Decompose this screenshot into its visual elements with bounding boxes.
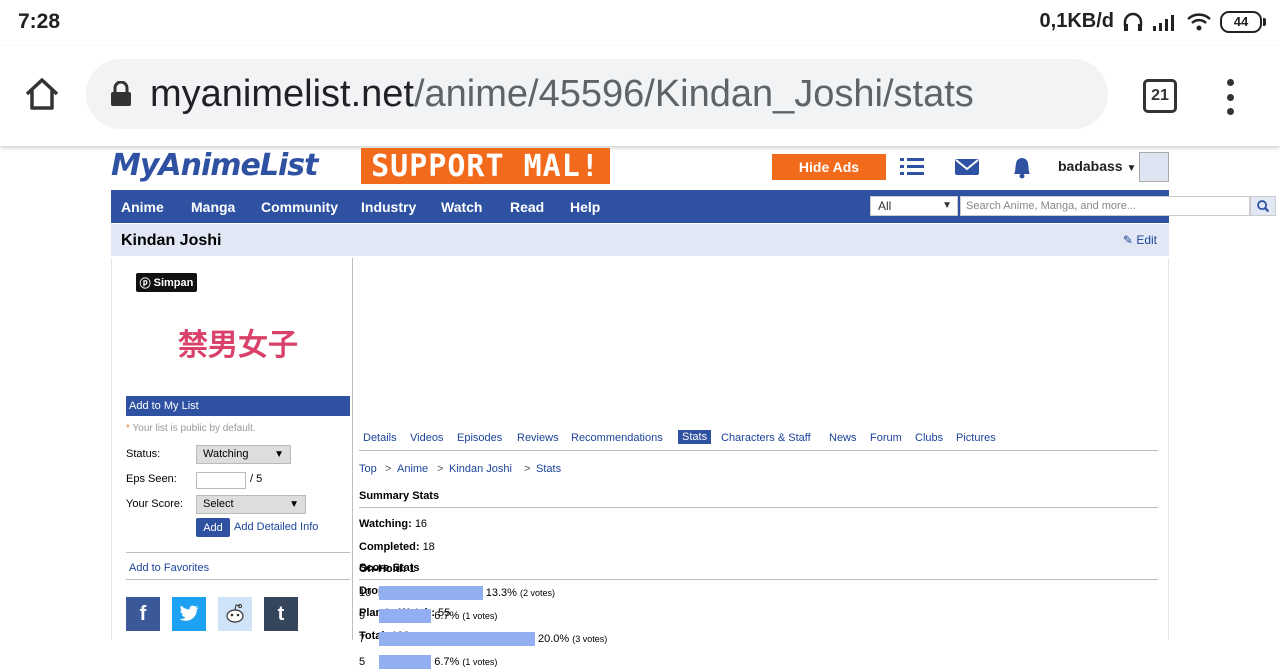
page-title: Kindan Joshi xyxy=(121,232,222,249)
hide-ads-button[interactable]: Hide Ads xyxy=(772,154,886,180)
url-path: /anime/45596/Kindan_Joshi/stats xyxy=(413,73,974,115)
search-type-select[interactable]: All ▼ xyxy=(870,196,958,216)
eps-total: / 5 xyxy=(250,473,263,485)
nav-anime[interactable]: Anime xyxy=(121,199,164,215)
chevron-down-icon: ▼ xyxy=(1126,163,1137,174)
status-bar: 7:28 0,1KB/d 44 xyxy=(0,0,1280,46)
search-input[interactable]: Search Anime, Manga, and more... xyxy=(960,196,1250,216)
score-bar xyxy=(379,655,432,669)
mail-icon[interactable] xyxy=(954,155,980,179)
eps-label: Eps Seen: xyxy=(126,473,177,485)
username: badabass xyxy=(1058,158,1123,174)
home-icon[interactable] xyxy=(22,74,62,114)
add-to-list-header: Add to My List xyxy=(126,396,350,416)
avatar[interactable] xyxy=(1139,152,1169,182)
status-icons: 0,1KB/d 44 xyxy=(1039,10,1266,33)
add-detailed-info-link[interactable]: Add Detailed Info xyxy=(234,521,318,533)
score-select[interactable]: Select ▼ xyxy=(196,495,306,514)
add-to-favorites-link[interactable]: Add to Favorites xyxy=(129,562,209,574)
score-stats-section: Score Stats 10 13.3% (2 votes) 9 6.7% (1 vo… xyxy=(353,258,1169,669)
dropdown-arrow-icon: ▼ xyxy=(289,499,299,510)
score-value: Select xyxy=(203,498,234,510)
eps-seen-input[interactable] xyxy=(196,472,246,489)
tab-switcher-button[interactable]: 21 xyxy=(1143,79,1177,113)
status-label: Status: xyxy=(126,448,161,460)
score-bar xyxy=(379,586,483,600)
pencil-icon: ✎ xyxy=(1122,233,1133,247)
score-value-label: 10 xyxy=(359,587,372,599)
signal-icon xyxy=(1153,14,1174,31)
score-bar-label: 13.3% (2 votes) xyxy=(485,587,555,599)
mal-page: MyAnimeList SUPPORT MAL! Hide Ads badaba… xyxy=(0,146,1280,669)
simpan-label: Simpan xyxy=(153,276,194,289)
add-button[interactable]: Add xyxy=(196,518,230,537)
dropdown-arrow-icon: ▼ xyxy=(942,200,952,211)
facebook-icon[interactable]: f xyxy=(126,597,160,631)
main-nav: Anime Manga Community Industry Watch Rea… xyxy=(111,190,1276,223)
mal-logo[interactable]: MyAnimeList xyxy=(111,148,318,183)
score-stats-heading: Score Stats xyxy=(359,562,1158,580)
network-speed: 0,1KB/d xyxy=(1039,10,1114,32)
address-bar[interactable]: myanimelist.net/anime/45596/Kindan_Joshi… xyxy=(86,59,1108,129)
nav-industry[interactable]: Industry xyxy=(361,199,416,215)
score-bar xyxy=(379,632,535,646)
nav-help[interactable]: Help xyxy=(570,199,600,215)
url-text[interactable]: myanimelist.net/anime/45596/Kindan_Joshi… xyxy=(150,73,974,116)
score-value-label: 5 xyxy=(359,656,366,668)
score-value-label: 9 xyxy=(359,610,366,622)
score-bar xyxy=(379,609,432,623)
user-menu[interactable]: badabass ▼ xyxy=(1058,158,1136,174)
dropdown-arrow-icon: ▼ xyxy=(274,449,284,460)
pinterest-save-button[interactable]: ⓟ Simpan xyxy=(136,273,197,292)
reddit-icon[interactable] xyxy=(218,597,252,631)
url-host: myanimelist.net xyxy=(150,73,414,115)
edit-link[interactable]: ✎ Edit xyxy=(1123,233,1157,247)
poster-logo-text: 禁男女子 xyxy=(178,328,298,363)
lock-icon xyxy=(111,81,131,106)
pinterest-icon: ⓟ xyxy=(139,277,151,290)
more-menu-icon[interactable] xyxy=(1220,79,1240,115)
score-bar-label: 20.0% (3 votes) xyxy=(538,633,608,645)
score-votes: (1 votes) xyxy=(462,611,498,621)
divider xyxy=(126,552,350,553)
title-bar: Kindan Joshi ✎ Edit xyxy=(111,224,1169,256)
nav-manga[interactable]: Manga xyxy=(191,199,235,215)
score-bar-label: 6.7% (1 votes) xyxy=(434,610,498,622)
nav-watch[interactable]: Watch xyxy=(441,199,482,215)
nav-read[interactable]: Read xyxy=(510,199,544,215)
search-icon[interactable] xyxy=(1250,196,1276,216)
score-label: Your Score: xyxy=(126,498,184,510)
bell-icon[interactable] xyxy=(1009,155,1035,179)
edit-label: Edit xyxy=(1136,233,1157,247)
left-sidebar: ⓟ Simpan 禁男女子 Add to My List * Your list … xyxy=(111,258,353,640)
battery-icon: 44 xyxy=(1220,10,1266,33)
score-value-label: 7 xyxy=(359,633,366,645)
score-votes: (2 votes) xyxy=(519,588,555,598)
score-votes: (1 votes) xyxy=(462,657,498,667)
status-time: 7:28 xyxy=(18,10,61,33)
search-type-value: All xyxy=(878,199,892,213)
support-mal-banner[interactable]: SUPPORT MAL! xyxy=(361,148,610,184)
score-votes: (3 votes) xyxy=(572,634,608,644)
list-icon[interactable] xyxy=(899,155,925,179)
browser-toolbar: myanimelist.net/anime/45596/Kindan_Joshi… xyxy=(0,46,1280,146)
status-select[interactable]: Watching ▼ xyxy=(196,445,291,464)
status-value: Watching xyxy=(203,448,249,460)
tumblr-icon[interactable]: t xyxy=(264,597,298,631)
twitter-icon[interactable] xyxy=(172,597,206,631)
wifi-icon xyxy=(1187,12,1211,30)
nav-community[interactable]: Community xyxy=(261,199,338,215)
score-bar-label: 6.7% (1 votes) xyxy=(434,656,498,668)
public-note-text: Your list is public by default. xyxy=(132,423,256,434)
headphones-icon xyxy=(1123,12,1143,31)
anime-poster[interactable]: 禁男女子 xyxy=(128,298,348,386)
divider xyxy=(126,579,350,580)
public-note: * Your list is public by default. xyxy=(126,423,256,434)
